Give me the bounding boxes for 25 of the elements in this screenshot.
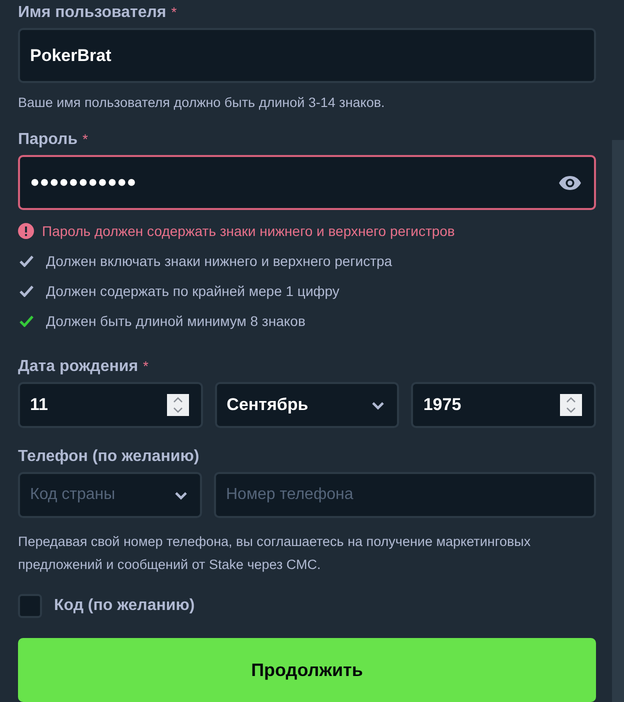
required-mark: *: [143, 358, 148, 374]
password-rule: Должен быть длиной минимум 8 знаков: [46, 313, 306, 329]
stepper-icon[interactable]: [166, 394, 189, 416]
month-select[interactable]: Сентябрь: [214, 382, 400, 428]
required-mark: *: [82, 131, 88, 147]
number-field[interactable]: 1975: [411, 382, 596, 428]
username-field[interactable]: PokerBrat: [18, 28, 596, 83]
phone-notice: Передавая свой номер телефона, вы соглашаетесь на получение маркетинговых предложений и сообщений от Stake через СМС.: [18, 533, 532, 574]
field-label: Пароль: [18, 131, 78, 149]
continue-button[interactable]: Продолжить: [18, 638, 596, 702]
username-hint: Ваше имя пользователя должно быть длиной 3-14 знаков.: [18, 94, 386, 112]
password-rule: Должен содержать по крайней мере 1 цифру: [46, 283, 340, 299]
stepper-icon[interactable]: [560, 394, 582, 416]
checkbox-label: Код (по желанию): [54, 597, 195, 615]
number-field[interactable]: 11: [18, 382, 203, 428]
field-label: Дата рождения: [18, 358, 138, 376]
required-mark: *: [171, 4, 177, 20]
error-message: Пароль должен содержать знаки нижнего и верхнего регистров: [42, 223, 455, 239]
field-label: Телефон (по желанию): [18, 448, 200, 466]
field-label: Имя пользователя: [18, 4, 166, 22]
eye-icon[interactable]: [558, 174, 582, 190]
error-icon: [18, 223, 34, 239]
password-rule: Должен включать знаки нижнего и верхнего регистра: [46, 253, 392, 269]
password-field[interactable]: ●●●●●●●●●●●: [18, 155, 596, 210]
code-checkbox[interactable]: [18, 594, 42, 618]
